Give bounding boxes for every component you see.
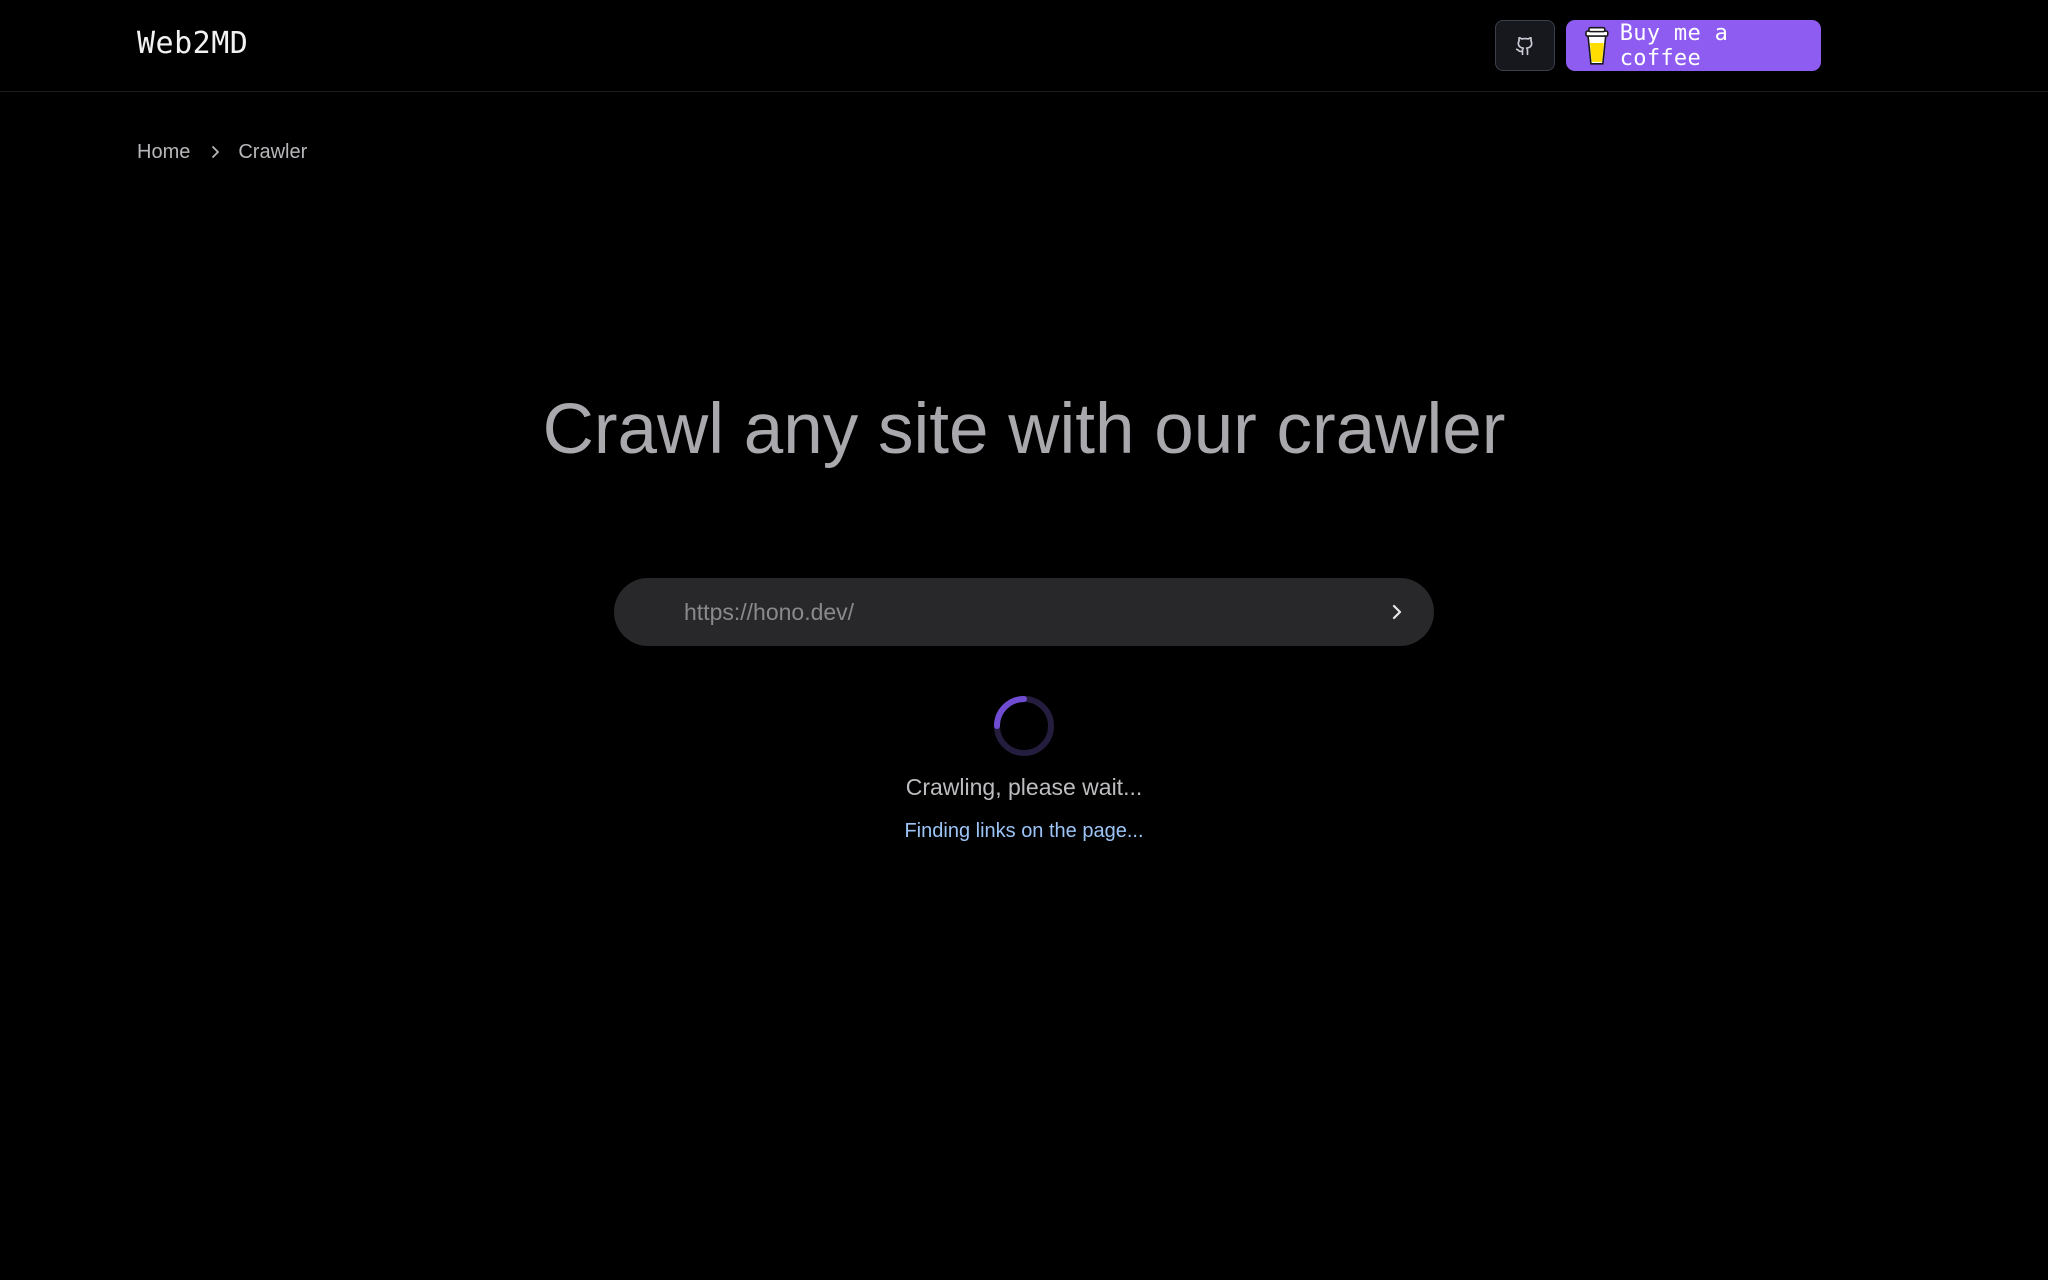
- coffee-button-label: Buy me a coffee: [1619, 20, 1729, 71]
- top-navbar: Web2MD Buy me a coffee: [0, 0, 2048, 92]
- coffee-cup-icon: [1585, 26, 1609, 65]
- url-input[interactable]: [682, 578, 1362, 646]
- crawl-status-detail: Finding links on the page...: [904, 820, 1144, 842]
- chevron-right-icon: [210, 145, 220, 159]
- crawl-status-message: Crawling, please wait...: [905, 774, 1143, 800]
- breadcrumb-home[interactable]: Home: [137, 141, 190, 164]
- site-logo[interactable]: Web2MD: [137, 26, 248, 62]
- chevron-right-icon: [1392, 604, 1402, 620]
- buy-me-a-coffee-button[interactable]: Buy me a coffee: [1566, 20, 1821, 71]
- url-search-bar: [614, 578, 1434, 646]
- submit-button[interactable]: [1380, 595, 1414, 629]
- loading-spinner-icon: [994, 696, 1054, 756]
- page-title: Crawl any site with our crawler: [542, 390, 1506, 469]
- github-icon: [1515, 36, 1533, 55]
- github-button[interactable]: [1495, 20, 1555, 71]
- breadcrumb: Home Crawler: [137, 140, 307, 164]
- breadcrumb-crawler: Crawler: [238, 140, 308, 163]
